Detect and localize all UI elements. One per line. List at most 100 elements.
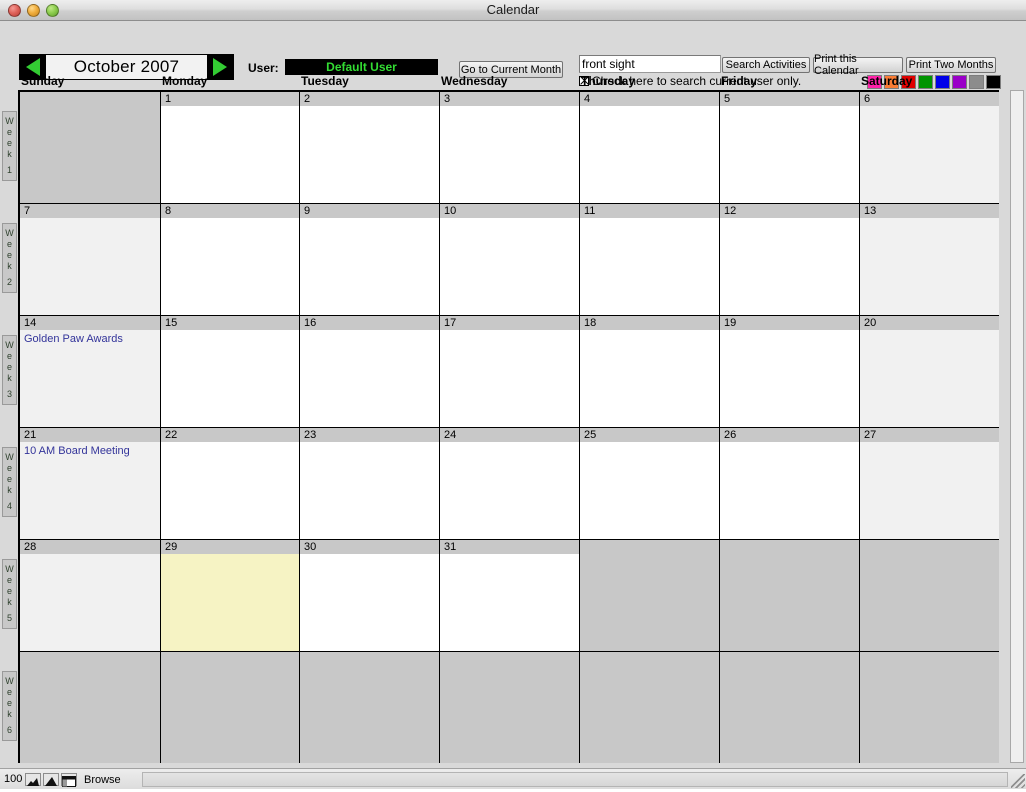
day-header-tuesday: Tuesday	[301, 74, 349, 88]
day-cell-4[interactable]: 4	[580, 92, 720, 203]
day-cell-14[interactable]: 14 Golden Paw Awards	[20, 316, 161, 427]
day-events	[300, 106, 439, 109]
day-cell-27[interactable]: 27	[860, 428, 999, 539]
day-cell-20[interactable]: 20	[860, 316, 999, 427]
vertical-scrollbar[interactable]	[1010, 90, 1024, 763]
day-cell-15[interactable]: 15	[161, 316, 300, 427]
week-tab-char: 3	[6, 389, 12, 399]
day-events	[580, 554, 719, 557]
zoom-in-icon[interactable]	[43, 773, 59, 786]
week-tab-char: e	[6, 138, 12, 148]
day-number: 5	[720, 92, 859, 106]
day-cell-1[interactable]: 1	[161, 92, 300, 203]
week-tab-char: e	[6, 250, 12, 260]
week-tab-char: k	[7, 709, 12, 719]
day-cell-16[interactable]: 16	[300, 316, 440, 427]
day-cell-empty	[860, 652, 999, 763]
week-tab-char: e	[6, 351, 12, 361]
week-tab-char: 5	[6, 613, 12, 623]
day-number: 11	[580, 204, 719, 218]
day-cell-17[interactable]: 17	[440, 316, 580, 427]
day-cell-12[interactable]: 12	[720, 204, 860, 315]
day-events	[860, 554, 999, 557]
search-activities-button[interactable]: Search Activities	[722, 57, 810, 73]
print-this-calendar-button[interactable]: Print this Calendar	[813, 53, 903, 77]
search-input[interactable]	[579, 55, 721, 73]
day-cell-25[interactable]: 25	[580, 428, 720, 539]
day-events	[300, 218, 439, 221]
window-title: Calendar	[486, 2, 540, 17]
day-cell-13[interactable]: 13	[860, 204, 999, 315]
week-tab-1[interactable]: Week1	[2, 111, 17, 181]
day-cell-28[interactable]: 28	[20, 540, 161, 651]
day-cell-26[interactable]: 26	[720, 428, 860, 539]
day-cell-7[interactable]: 7	[20, 204, 161, 315]
day-cell-19[interactable]: 19	[720, 316, 860, 427]
day-cell-30[interactable]: 30	[300, 540, 440, 651]
calendar-event[interactable]: Golden Paw Awards	[24, 333, 156, 346]
mode-label[interactable]: Browse	[82, 772, 140, 787]
calendar-event[interactable]: 10 AM Board Meeting	[24, 445, 156, 458]
week-tab-char: e	[6, 586, 12, 596]
day-cell-2[interactable]: 2	[300, 92, 440, 203]
week-tab-4[interactable]: Week4	[2, 447, 17, 517]
day-number	[580, 652, 719, 666]
day-number: 7	[20, 204, 160, 218]
week-tab-5[interactable]: Week5	[2, 559, 17, 629]
week-tab-char: e	[6, 698, 12, 708]
day-cell-6[interactable]: 6	[860, 92, 999, 203]
day-events	[300, 330, 439, 333]
user-value-field[interactable]: Default User	[285, 59, 438, 75]
day-events	[720, 666, 859, 669]
day-cell-empty	[440, 652, 580, 763]
day-cell-3[interactable]: 3	[440, 92, 580, 203]
day-events	[20, 218, 160, 221]
day-number	[720, 540, 859, 554]
day-number	[720, 652, 859, 666]
week-tab-char: W	[5, 340, 14, 350]
day-number	[440, 652, 579, 666]
day-number: 1	[161, 92, 299, 106]
day-number	[860, 652, 999, 666]
day-number: 6	[860, 92, 999, 106]
day-cell-11[interactable]: 11	[580, 204, 720, 315]
day-cell-21[interactable]: 21 10 AM Board Meeting	[20, 428, 161, 539]
day-cell-24[interactable]: 24	[440, 428, 580, 539]
print-two-months-button[interactable]: Print Two Months	[906, 57, 996, 73]
toggle-window-icon[interactable]	[61, 773, 77, 787]
day-cell-5[interactable]: 5	[720, 92, 860, 203]
day-cell-18[interactable]: 18	[580, 316, 720, 427]
day-cell-29[interactable]: 29	[161, 540, 300, 651]
week-tab-char: 4	[6, 501, 12, 511]
day-cell-31[interactable]: 31	[440, 540, 580, 651]
day-number: 27	[860, 428, 999, 442]
day-events	[860, 106, 999, 109]
day-cell-10[interactable]: 10	[440, 204, 580, 315]
day-events	[161, 106, 299, 109]
day-events	[720, 330, 859, 333]
week-tab-2[interactable]: Week2	[2, 223, 17, 293]
day-events	[580, 106, 719, 109]
week-tab-char: W	[5, 228, 14, 238]
week-tab-6[interactable]: Week6	[2, 671, 17, 741]
day-number: 23	[300, 428, 439, 442]
day-events	[860, 442, 999, 445]
week-tab-3[interactable]: Week3	[2, 335, 17, 405]
day-events	[161, 330, 299, 333]
day-of-week-header: Sunday Monday Tuesday Wednesday Thursday Frid…	[0, 74, 1010, 90]
resize-grip[interactable]	[1011, 774, 1025, 788]
day-cell-22[interactable]: 22	[161, 428, 300, 539]
day-cell-8[interactable]: 8	[161, 204, 300, 315]
day-events	[720, 106, 859, 109]
week-tab-char: e	[6, 575, 12, 585]
day-events	[860, 218, 999, 221]
day-number: 16	[300, 316, 439, 330]
week-row	[20, 652, 999, 764]
zoom-out-icon[interactable]	[25, 773, 41, 786]
day-cell-23[interactable]: 23	[300, 428, 440, 539]
day-cell-empty	[720, 540, 860, 651]
week-tab-char: W	[5, 564, 14, 574]
day-cell-9[interactable]: 9	[300, 204, 440, 315]
week-tab-char: k	[7, 261, 12, 271]
week-tab-char: k	[7, 373, 12, 383]
